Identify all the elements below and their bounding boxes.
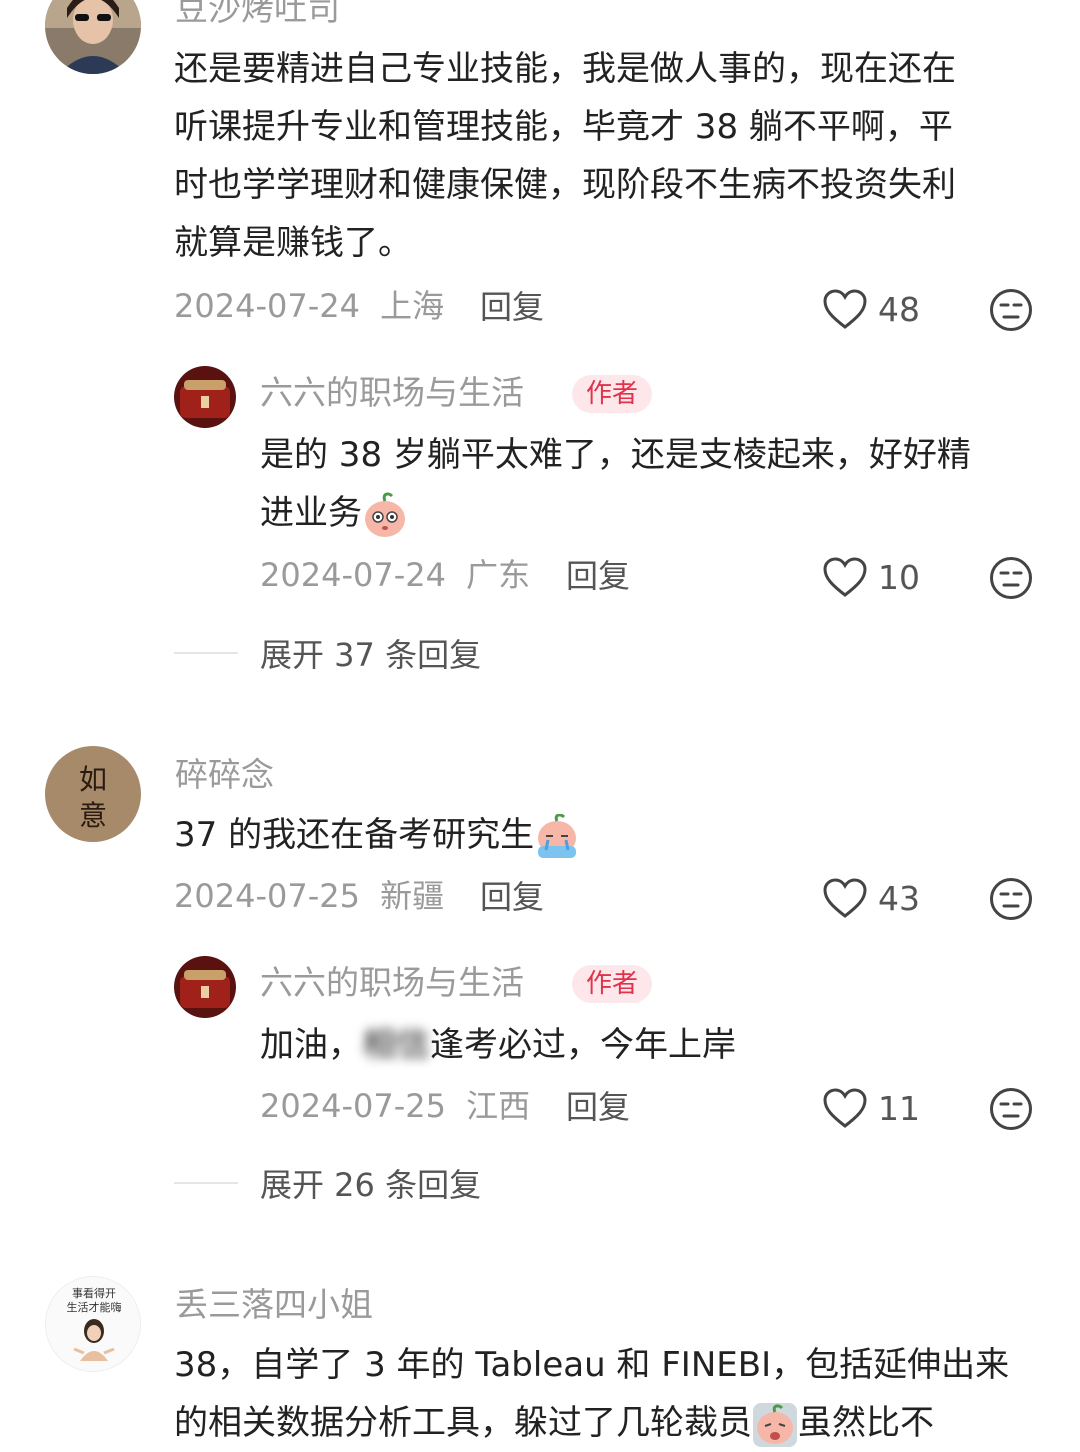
reply-text-line: 进业务 bbox=[260, 484, 408, 542]
like-count: 11 bbox=[878, 1088, 920, 1128]
expand-replies-label: 展开 26 条回复 bbox=[260, 1166, 482, 1204]
like-button[interactable]: 43 bbox=[822, 877, 920, 919]
reply-text: 加油， bbox=[260, 1025, 362, 1065]
like-count: 48 bbox=[878, 289, 920, 329]
reply-date: 2024-07-25 bbox=[260, 1087, 446, 1125]
like-count: 10 bbox=[878, 557, 920, 597]
username[interactable]: 六六的职场与生活 bbox=[260, 966, 524, 999]
comment-text-line: 时也学学理财和健康保健，现阶段不生病不投资失利 bbox=[174, 165, 956, 205]
heart-icon bbox=[823, 1088, 867, 1128]
author-badge: 作者 bbox=[572, 965, 653, 1003]
username[interactable]: 碎碎念 bbox=[175, 758, 274, 791]
avatar-author[interactable] bbox=[174, 366, 236, 428]
username[interactable]: 六六的职场与生活 bbox=[260, 376, 524, 409]
like-button[interactable]: 10 bbox=[822, 556, 920, 598]
comment-date: 2024-07-24 bbox=[174, 287, 360, 325]
divider bbox=[174, 1182, 238, 1184]
comment-location: 上海 bbox=[380, 287, 445, 325]
comment-location: 新疆 bbox=[380, 877, 445, 915]
reply-location: 广东 bbox=[466, 556, 531, 594]
heart-icon bbox=[823, 878, 867, 918]
meh-face-icon[interactable] bbox=[989, 1087, 1033, 1131]
sad-peach-emoji-icon bbox=[753, 1402, 797, 1447]
meh-face-icon[interactable] bbox=[989, 556, 1033, 600]
expand-replies-label: 展开 37 条回复 bbox=[260, 636, 482, 674]
reply-button[interactable]: 回复 bbox=[480, 291, 544, 323]
reply-text-line: 是的 38 岁躺平太难了，还是支棱起来，好好精 bbox=[260, 435, 971, 475]
avatar-text: 如 bbox=[78, 763, 107, 796]
heart-icon bbox=[823, 289, 867, 329]
divider bbox=[174, 652, 238, 654]
avatar-author[interactable] bbox=[174, 956, 236, 1018]
meh-face-icon[interactable] bbox=[989, 877, 1033, 921]
heart-icon bbox=[823, 557, 867, 597]
comment-date: 2024-07-25 bbox=[174, 877, 360, 915]
reply-text: 逢 bbox=[430, 1025, 464, 1065]
meh-face-icon[interactable] bbox=[989, 288, 1033, 332]
avatar-user-3[interactable]: 事看得开 生活才能嗨 bbox=[45, 1276, 141, 1372]
comment-meta: 2024-07-25 新疆 bbox=[174, 880, 444, 912]
reply-text-line: 加油，相信逢考必过，今年上岸 bbox=[260, 1016, 736, 1074]
comment-text-line: 37 的我还在备考研究生 bbox=[174, 806, 580, 864]
reply-button[interactable]: 回复 bbox=[566, 1091, 630, 1123]
username[interactable]: 豆沙烤吐司 bbox=[175, 0, 340, 25]
comment-text-line: 就算是赚钱了。 bbox=[174, 223, 412, 263]
crying-peach-emoji-icon bbox=[538, 813, 577, 858]
reply-date: 2024-07-24 bbox=[260, 556, 446, 594]
peach-emoji-icon bbox=[365, 491, 405, 537]
avatar-user-1[interactable] bbox=[45, 0, 141, 74]
avatar-text: 生活才能嗨 bbox=[66, 1301, 122, 1314]
expand-replies[interactable]: 展开 37 条回复 bbox=[174, 630, 481, 676]
avatar-user-2[interactable]: 如 意 bbox=[45, 746, 141, 842]
username[interactable]: 丢三落四小姐 bbox=[175, 1288, 373, 1321]
like-button[interactable]: 11 bbox=[822, 1087, 920, 1129]
expand-replies[interactable]: 展开 26 条回复 bbox=[174, 1160, 481, 1206]
comment-text: 虽然比不 bbox=[798, 1403, 934, 1443]
author-badge: 作者 bbox=[572, 375, 653, 413]
reply-meta: 2024-07-25 江西 bbox=[260, 1090, 530, 1122]
avatar-text: 意 bbox=[78, 799, 107, 832]
reply-button[interactable]: 回复 bbox=[480, 881, 544, 913]
blurred-text: 相信 bbox=[362, 1025, 430, 1065]
like-button[interactable]: 48 bbox=[822, 288, 920, 330]
comment-meta: 2024-07-24 上海 bbox=[174, 290, 444, 322]
comment-text-line: 的相关数据分析工具，躲过了几轮裁员 虽然比不 bbox=[174, 1394, 934, 1452]
reply-location: 江西 bbox=[466, 1087, 531, 1125]
like-count: 43 bbox=[878, 878, 920, 918]
comment-text: 37 的我还在备考研究生 bbox=[174, 815, 535, 855]
comment-text-line: 听课提升专业和管理技能，毕竟才 38 躺不平啊，平 bbox=[174, 107, 953, 147]
comment-text: 的相关数据分析工具，躲过了几轮裁员 bbox=[174, 1403, 752, 1443]
comment-text-line: 还是要精进自己专业技能，我是做人事的，现在还在 bbox=[174, 49, 956, 89]
comment-text-line: 38，自学了 3 年的 Tableau 和 FINEBI，包括延伸出来 bbox=[174, 1345, 1010, 1385]
reply-button[interactable]: 回复 bbox=[566, 560, 630, 592]
reply-text: 考必过，今年上岸 bbox=[464, 1025, 736, 1065]
reply-text: 进业务 bbox=[260, 493, 362, 533]
reply-meta: 2024-07-24 广东 bbox=[260, 559, 530, 591]
